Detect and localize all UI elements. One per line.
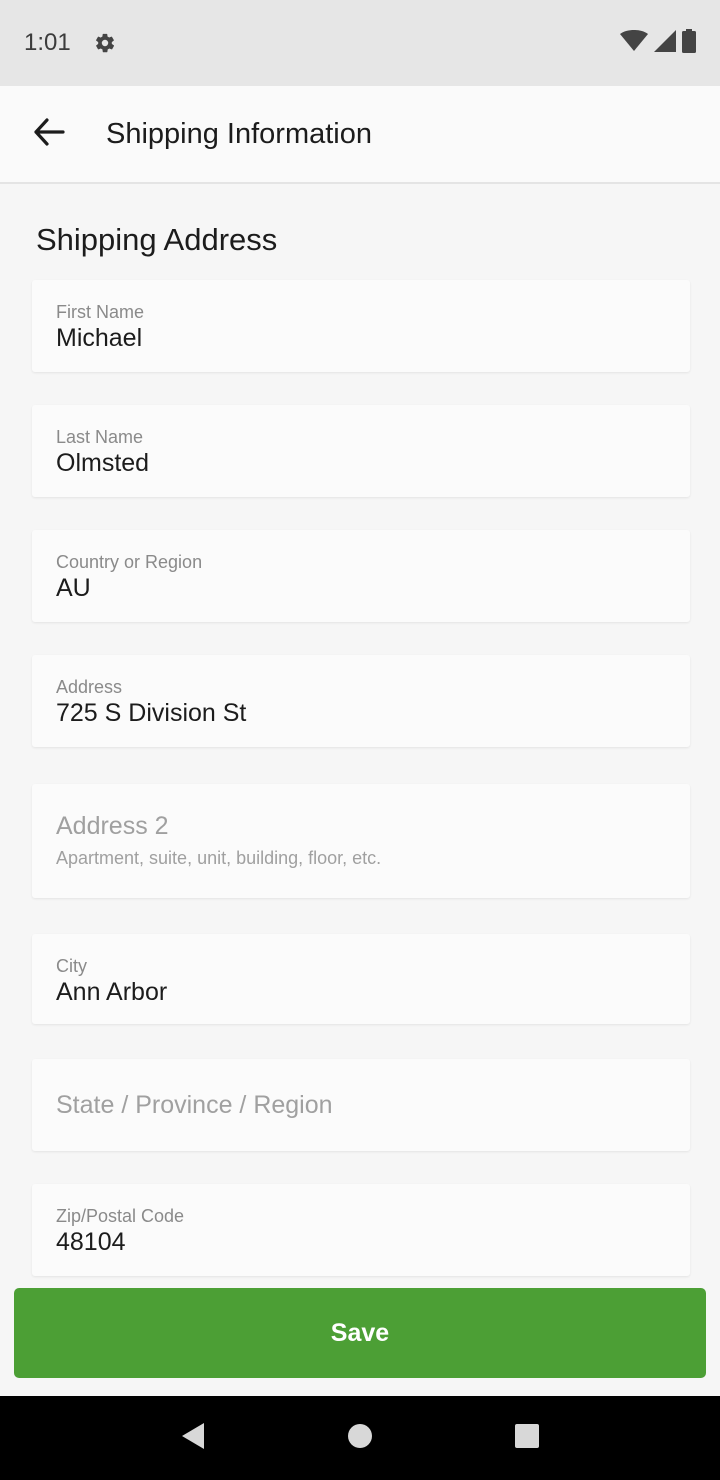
field-value: AU	[56, 574, 91, 602]
field-value: 48104	[56, 1228, 126, 1256]
field-value: Michael	[56, 324, 143, 352]
app-bar: Shipping Information	[0, 86, 720, 184]
status-icons	[620, 28, 696, 58]
last-name-field[interactable]: Last Name Olmsted	[32, 405, 690, 497]
field-label: Last Name	[56, 427, 144, 447]
field-label: Address	[56, 677, 123, 697]
nav-recents-button[interactable]	[497, 1408, 557, 1468]
country-field[interactable]: Country or Region AU	[32, 530, 690, 622]
status-time: 1:01	[24, 29, 71, 56]
field-placeholder: Address 2	[56, 812, 169, 840]
back-button[interactable]	[24, 109, 74, 159]
nav-home-button[interactable]	[330, 1408, 390, 1468]
first-name-field[interactable]: First Name Michael	[32, 280, 690, 372]
arrow-left-icon	[33, 117, 65, 151]
field-value: 725 S Division St	[56, 699, 247, 727]
address-2-field[interactable]: Address 2 Apartment, suite, unit, buildi…	[32, 784, 690, 898]
shipping-form: Shipping Address First Name Michael Last…	[0, 186, 720, 1286]
field-label: Zip/Postal Code	[56, 1206, 185, 1226]
home-circle-icon	[347, 1423, 373, 1454]
recents-square-icon	[514, 1423, 540, 1454]
battery-icon	[682, 28, 696, 58]
status-bar: 1:01	[0, 0, 720, 86]
wifi-icon	[620, 29, 648, 57]
field-placeholder: State / Province / Region	[56, 1091, 333, 1119]
state-field[interactable]: State / Province / Region	[32, 1059, 690, 1151]
section-title: Shipping Address	[36, 222, 278, 257]
field-value: Ann Arbor	[56, 978, 168, 1006]
field-label: Country or Region	[56, 552, 203, 572]
zip-field[interactable]: Zip/Postal Code 48104	[32, 1184, 690, 1276]
field-label: City	[56, 956, 87, 976]
city-field[interactable]: City Ann Arbor	[32, 934, 690, 1024]
back-triangle-icon	[180, 1422, 206, 1455]
gear-icon	[93, 31, 117, 55]
field-value: Olmsted	[56, 449, 150, 477]
signal-icon	[654, 29, 676, 57]
field-label: First Name	[56, 302, 145, 322]
field-helper: Apartment, suite, unit, building, floor,…	[56, 848, 382, 868]
page-title: Shipping Information	[106, 117, 372, 150]
address-field[interactable]: Address 725 S Division St	[32, 655, 690, 747]
nav-back-button[interactable]	[163, 1408, 223, 1468]
system-nav-bar	[0, 1396, 720, 1480]
save-button[interactable]: Save	[14, 1288, 706, 1378]
